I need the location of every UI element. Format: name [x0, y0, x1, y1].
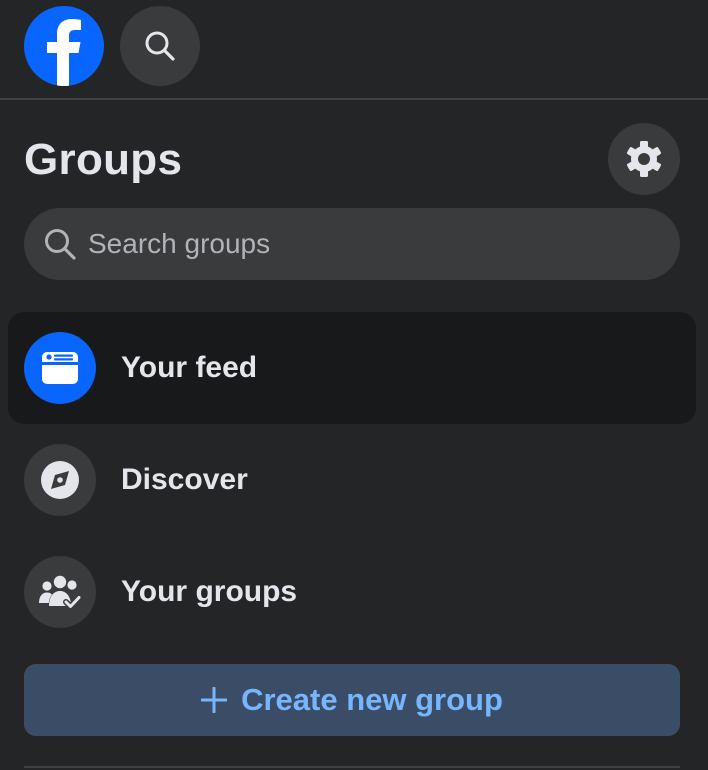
compass-icon — [41, 461, 79, 499]
plus-icon — [201, 687, 228, 713]
nav-item-label: Your groups — [121, 575, 298, 608]
search-groups-input[interactable] — [88, 208, 658, 280]
groups-sidebar: Groups Search groups Your feed Discover … — [0, 0, 708, 770]
groups-icon-circle — [24, 556, 96, 628]
nav-item-label: Your feed — [121, 351, 258, 384]
facebook-logo-icon[interactable] — [24, 6, 104, 86]
nav-item-discover[interactable]: Discover — [8, 424, 696, 536]
compass-icon-circle — [24, 444, 96, 516]
nav-item-label: Discover — [121, 463, 248, 496]
create-new-group-button[interactable]: Create new group — [24, 664, 680, 736]
search-button[interactable] — [120, 6, 200, 86]
groups-icon — [39, 575, 82, 610]
create-new-group-label: Create new group — [241, 682, 503, 717]
nav-item-your-groups[interactable]: Your groups — [8, 536, 696, 648]
nav-item-your-feed[interactable]: Your feed — [8, 312, 696, 424]
search-icon — [145, 31, 175, 61]
search-groups-field — [24, 208, 680, 280]
divider — [24, 766, 680, 768]
feed-icon-circle — [24, 332, 96, 404]
settings-button[interactable] — [608, 123, 680, 195]
top-bar — [0, 0, 708, 100]
feed-icon — [42, 352, 78, 384]
search-icon — [45, 229, 76, 260]
page-title: Groups — [24, 135, 183, 184]
gear-icon — [626, 141, 662, 177]
